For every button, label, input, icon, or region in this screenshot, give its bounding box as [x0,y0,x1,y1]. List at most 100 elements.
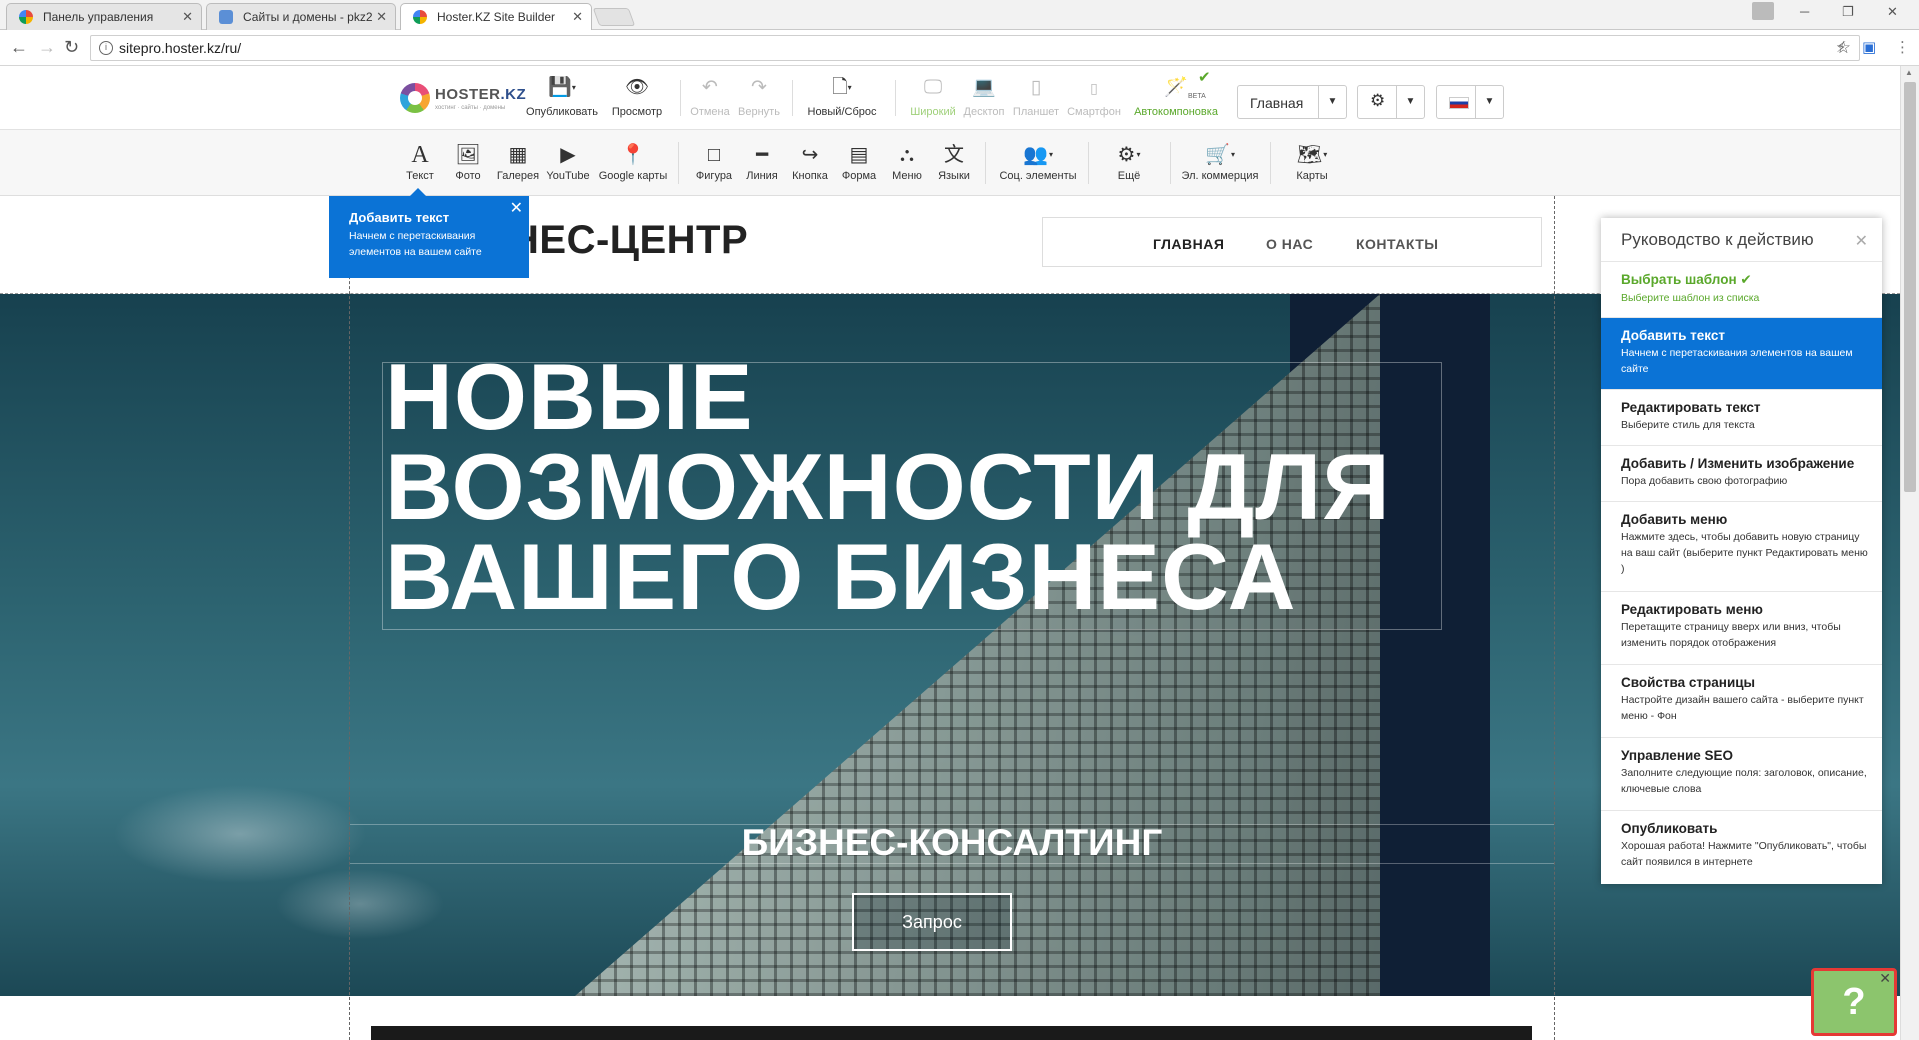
tablet-label: Планшет [1012,106,1060,118]
help-button[interactable]: ✕ ? [1811,968,1897,1036]
close-window-icon[interactable]: ✕ [1887,4,1898,20]
square-shape-icon: □ [707,144,721,166]
guide-step-edit-menu[interactable]: Редактировать меню Перетащите страницу в… [1601,592,1882,665]
preview-button[interactable]: 👁 Просмотр [597,76,677,118]
sitemap-icon: ⛬ [900,144,914,166]
element-menu[interactable]: ⛬ Меню [887,142,927,182]
redo-button[interactable]: ↷ Вернуть [719,76,799,118]
page-select-value: Главная [1250,95,1304,111]
close-icon[interactable]: ✕ [510,198,523,218]
layout-guide-left [349,196,350,1040]
element-ecommerce[interactable]: 🛒▾ Эл. коммерция [1178,142,1262,182]
smartphone-icon: ▯ [1090,80,1098,96]
youtube-play-icon: ▶ [560,144,576,166]
site-menu-item-home[interactable]: ГЛАВНАЯ [1153,236,1224,252]
close-icon[interactable]: ✕ [1855,231,1868,251]
user-profile-icon[interactable] [1752,2,1774,20]
save-disk-icon: 💾▾ [548,77,576,98]
tab-title: Панель управления [43,10,154,24]
forward-arrow-icon[interactable]: → [38,37,56,58]
site-menu-item-contacts[interactable]: КОНТАКТЫ [1356,236,1438,252]
element-button[interactable]: ↪ Кнопка [789,142,831,182]
reload-icon[interactable]: ↻ [64,37,79,58]
scrollbar-thumb[interactable] [1904,82,1916,492]
next-section-image [371,1026,1532,1040]
guide-step-title: Добавить / Изменить изображение [1621,456,1855,471]
autolayout-check-icon: ✔ [1198,69,1211,86]
guide-step-add-text[interactable]: Добавить текст Начнем с перетаскивания э… [1601,318,1882,390]
element-label: Фото [455,170,481,182]
element-line[interactable]: ━ Линия [742,142,782,182]
element-photo[interactable]: 🖼 Фото [448,142,488,182]
info-icon[interactable]: i [99,41,113,55]
guide-step-add-menu[interactable]: Добавить меню Нажмите здесь, чтобы добав… [1601,502,1882,592]
request-button[interactable]: Запрос [852,893,1012,951]
users-icon: 👥▾ [1023,144,1053,166]
guide-step-seo[interactable]: Управление SEO Заполните следующие поля:… [1601,738,1882,811]
site-menu[interactable]: ГЛАВНАЯ О НАС КОНТАКТЫ [1042,217,1542,267]
extension-bolt-icon[interactable]: ⚡ [1836,38,1847,56]
back-arrow-icon[interactable]: ← [10,37,28,58]
browser-tab-sites-domains[interactable]: Сайты и домены - pkz2 ✕ [206,3,396,30]
element-label: Фигура [695,170,733,182]
view-phone-button[interactable]: ▯ Смартфон [1054,76,1134,118]
element-google-maps[interactable]: 📍 Google карты [596,142,670,182]
tab-title: Сайты и домены - pkz2 [243,10,373,24]
element-more[interactable]: ⚙▾ Ещё [1108,142,1150,182]
russian-flag-icon [1449,97,1469,109]
minimize-icon[interactable]: ─ [1800,4,1809,19]
guide-step-title: Редактировать текст [1621,400,1761,415]
autolayout-label: Автокомпоновка [1134,106,1218,118]
builder-elements-toolbar: A Текст 🖼 Фото ▦ Галерея ▶ YouTube 📍 Goo… [0,130,1900,196]
browser-tab-site-builder[interactable]: Hoster.KZ Site Builder ✕ [400,3,592,31]
close-tab-icon[interactable]: ✕ [376,9,387,25]
language-dropdown[interactable]: ▼ [1436,85,1504,119]
element-label: Ещё [1117,170,1141,182]
url-input[interactable]: i sitepro.hoster.kz/ru/ ☆ [90,35,1860,61]
element-social[interactable]: 👥▾ Соц. элементы [995,142,1081,182]
gear-icon: ⚙ [1370,91,1386,110]
tooltip-arrow [410,188,426,196]
guide-step-image[interactable]: Добавить / Изменить изображение Пора доб… [1601,446,1882,502]
guide-step-desc: Заполните следующие поля: заголовок, опи… [1621,767,1867,795]
guide-step-title: Свойства страницы [1621,675,1756,690]
eye-icon: 👁 [624,77,650,98]
new-reset-button[interactable]: 🗋▾ Новый/Сброс [802,76,882,118]
hero-title-line: ВАШЕГО БИЗНЕСА [385,524,1297,629]
hero-subtitle[interactable]: БИЗНЕС-КОНСАЛТИНГ [350,822,1554,864]
guide-step-choose-template[interactable]: Выбрать шаблон ✔ Выберите шаблон из спис… [1601,262,1882,318]
chrome-menu-icon[interactable]: ⋮ [1895,38,1910,56]
extension-icon[interactable]: ▣ [1862,38,1876,56]
element-text[interactable]: A Текст [400,142,440,182]
browser-tab-control-panel[interactable]: Панель управления ✕ [6,3,202,30]
guide-step-page-props[interactable]: Свойства страницы Настройте дизайн вашег… [1601,665,1882,738]
guide-step-edit-text[interactable]: Редактировать текст Выберите стиль для т… [1601,390,1882,446]
element-languages[interactable]: 文 Языки [934,142,974,182]
site-menu-item-about[interactable]: О НАС [1266,236,1313,252]
element-label: Языки [938,170,970,182]
close-tab-icon[interactable]: ✕ [182,9,193,25]
element-form[interactable]: ▤ Форма [839,142,879,182]
scroll-up-icon[interactable]: ▲ [1905,68,1913,77]
beta-badge: BETA [1188,93,1206,100]
page-select[interactable]: Главная ▼ [1237,85,1347,119]
settings-dropdown[interactable]: ⚙ ▼ [1357,85,1425,119]
restore-icon[interactable]: ❐ [1842,4,1854,20]
guide-step-title: Выбрать шаблон [1621,272,1737,287]
element-label: Форма [841,170,877,182]
page-scrollbar[interactable]: ▲ [1900,66,1919,1040]
element-youtube[interactable]: ▶ YouTube [543,142,593,182]
map-pin-icon: 📍 [620,144,646,166]
element-maps[interactable]: 🗺▾ Карты [1290,142,1334,182]
close-tab-icon[interactable]: ✕ [572,9,583,25]
site-title[interactable]: НЕС-ЦЕНТР [510,218,748,263]
form-icon: ▤ [849,144,869,166]
publish-button[interactable]: 💾▾ Опубликовать [522,76,602,118]
logo-text: HOSTER [435,86,501,103]
hero-title[interactable]: НОВЫЕ ВОЗМОЖНОСТИ ДЛЯ ВАШЕГО БИЗНЕСА [385,350,1445,629]
element-shape[interactable]: □ Фигура [692,142,736,182]
guide-step-publish[interactable]: Опубликовать Хорошая работа! Нажмите "Оп… [1601,811,1882,884]
new-tab-button[interactable] [592,8,636,26]
element-gallery[interactable]: ▦ Галерея [493,142,543,182]
action-guide-panel: Руководство к действию ✕ Выбрать шаблон … [1601,218,1882,884]
